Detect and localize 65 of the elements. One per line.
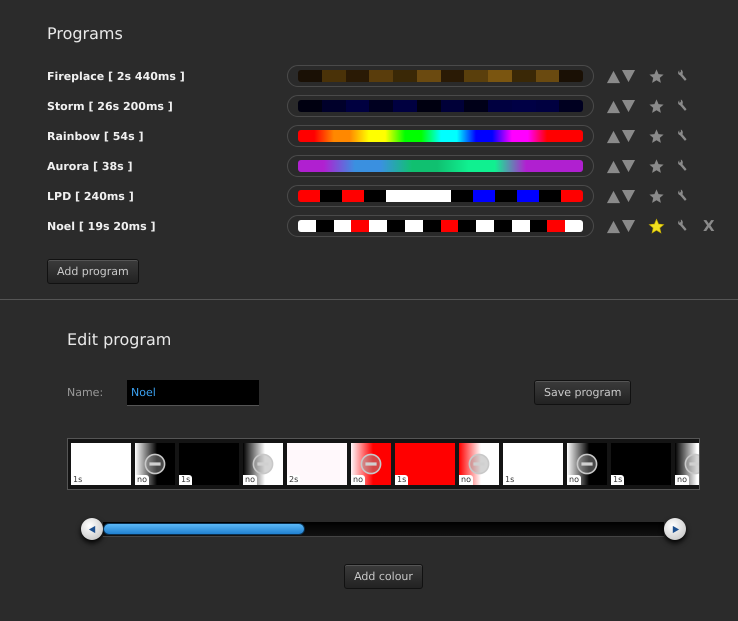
minus-circle-icon[interactable] (251, 452, 275, 476)
fade-tile[interactable]: no (243, 443, 283, 485)
star-icon[interactable] (648, 188, 665, 204)
fade-tile[interactable]: no (351, 443, 391, 485)
scroll-right-button[interactable] (664, 518, 686, 540)
fade-label: no (675, 475, 689, 485)
program-name[interactable]: Aurora [ 38s ] (47, 160, 287, 172)
up-down-arrows-icon[interactable] (606, 68, 636, 84)
program-name[interactable]: LPD [ 240ms ] (47, 190, 287, 202)
section-title: Programs (47, 24, 124, 43)
program-name[interactable]: Noel [ 19s 20ms ] (47, 220, 287, 232)
fade-label: no (351, 475, 365, 485)
colour-tile[interactable]: 1s (395, 443, 455, 485)
program-name[interactable]: Fireplace [ 2s 440ms ] (47, 70, 287, 82)
up-down-arrows-icon[interactable] (606, 128, 636, 144)
colour-tile[interactable]: 1s (71, 443, 131, 485)
fade-tile[interactable]: no (135, 443, 175, 485)
colour-tile[interactable]: 1s (611, 443, 671, 485)
fade-tile[interactable]: no (459, 443, 499, 485)
up-down-arrows-icon[interactable] (606, 98, 636, 114)
duration-label: 2s (287, 475, 300, 485)
section-title: Edit program (67, 330, 172, 349)
delete-button[interactable]: X (703, 217, 715, 235)
up-down-arrows-icon[interactable] (606, 158, 636, 174)
program-name[interactable]: Storm [ 26s 200ms ] (47, 100, 287, 112)
duration-label: 1s (395, 475, 408, 485)
scroll-thumb[interactable] (103, 522, 305, 534)
right-arrow-icon (670, 524, 680, 534)
add-colour-button[interactable]: Add colour (344, 564, 423, 589)
star-icon[interactable] (648, 98, 665, 114)
name-label: Name: (67, 386, 104, 399)
star-icon[interactable] (648, 218, 665, 234)
scroll-track[interactable] (103, 522, 664, 536)
colour-tile[interactable]: 1s (179, 443, 239, 485)
wrench-icon[interactable] (676, 99, 689, 113)
duration-label: 1s (611, 475, 624, 485)
left-arrow-icon (88, 524, 96, 534)
star-icon[interactable] (648, 68, 665, 84)
wrench-icon[interactable] (676, 189, 689, 203)
minus-circle-icon[interactable] (575, 452, 599, 476)
wrench-icon[interactable] (676, 219, 689, 233)
fade-label: no (459, 475, 473, 485)
scroll-left-button[interactable] (81, 518, 103, 540)
minus-circle-icon[interactable] (143, 452, 167, 476)
add-program-button[interactable]: Add program (47, 259, 139, 284)
duration-label: 1s (503, 475, 516, 485)
star-icon[interactable] (648, 128, 665, 144)
colour-tile[interactable]: 1s (503, 443, 563, 485)
fade-tile[interactable]: no (675, 443, 699, 485)
wrench-icon[interactable] (676, 159, 689, 173)
fade-label: no (243, 475, 257, 485)
colour-tile[interactable]: 2s (287, 443, 347, 485)
up-down-arrows-icon[interactable] (606, 218, 636, 234)
name-input-field[interactable]: Noel (127, 380, 259, 406)
program-name[interactable]: Rainbow [ 54s ] (47, 130, 287, 142)
fade-tile[interactable]: no (567, 443, 607, 485)
save-program-button[interactable]: Save program (534, 380, 632, 405)
wrench-icon[interactable] (676, 129, 689, 143)
fade-label: no (135, 475, 149, 485)
up-down-arrows-icon[interactable] (606, 188, 636, 204)
star-icon[interactable] (648, 158, 665, 174)
wrench-icon[interactable] (676, 69, 689, 83)
duration-label: 1s (71, 475, 84, 485)
duration-label: 1s (179, 475, 192, 485)
fade-label: no (567, 475, 581, 485)
